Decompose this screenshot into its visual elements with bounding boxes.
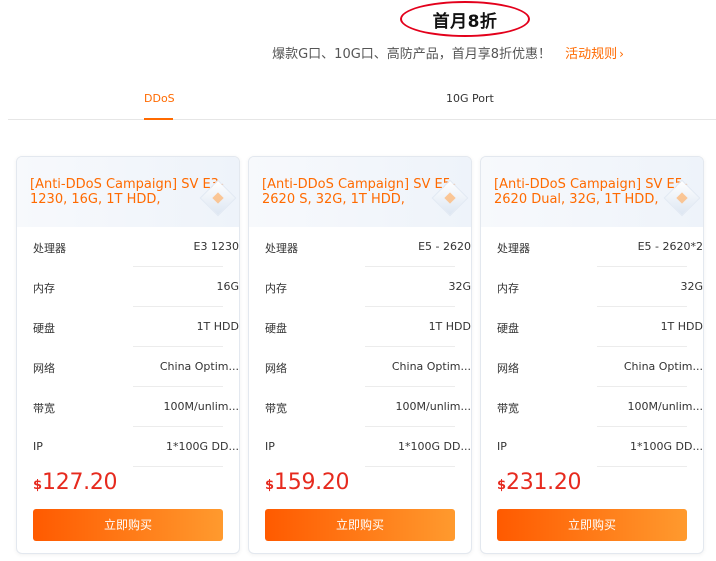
spec-row-network: 网络 China Optim... xyxy=(497,347,703,387)
spec-value: 16G xyxy=(216,280,239,293)
spec-row-ip: IP 1*100G DD... xyxy=(497,427,703,467)
spec-label: IP xyxy=(33,440,43,453)
spec-list: 处理器 E5 - 2620*2 内存 32G 硬盘 1T HDD 网络 Chin… xyxy=(481,227,703,467)
price: $159.20 xyxy=(265,470,350,495)
spec-value: 100M/unlim... xyxy=(395,400,471,413)
spec-row-ip: IP 1*100G DD... xyxy=(265,427,471,467)
promo-headline-wrapper: 首月8折 xyxy=(400,1,530,37)
spec-label: 内存 xyxy=(265,282,287,295)
promo-headline: 首月8折 xyxy=(432,12,498,32)
card-header: [Anti-DDoS Campaign] SV E3-1230, 16G, 1T… xyxy=(17,157,239,227)
price: $231.20 xyxy=(497,470,582,495)
spec-row-cpu: 处理器 E5 - 2620*2 xyxy=(497,227,703,267)
product-card: [Anti-DDoS Campaign] SV E5-2620 Dual, 32… xyxy=(480,156,704,554)
spec-list: 处理器 E5 - 2620 内存 32G 硬盘 1T HDD 网络 China … xyxy=(249,227,471,467)
spec-row-ram: 内存 16G xyxy=(33,267,239,307)
spec-row-disk: 硬盘 1T HDD xyxy=(497,307,703,347)
spec-row-disk: 硬盘 1T HDD xyxy=(33,307,239,347)
spec-value: 100M/unlim... xyxy=(627,400,703,413)
spec-value: E3 1230 xyxy=(193,240,239,253)
spec-value: 32G xyxy=(448,280,471,293)
price-amount: 231.20 xyxy=(506,470,582,495)
spec-value: 1*100G DD... xyxy=(630,440,703,453)
spec-row-bandwidth: 带宽 100M/unlim... xyxy=(497,387,703,427)
spec-label: 硬盘 xyxy=(497,322,519,335)
spec-label: 网络 xyxy=(265,362,287,375)
spec-label: 硬盘 xyxy=(33,322,55,335)
currency-symbol: $ xyxy=(33,478,43,493)
divider xyxy=(597,466,687,467)
spec-value: China Optim... xyxy=(159,360,239,373)
spec-row-cpu: 处理器 E5 - 2620 xyxy=(265,227,471,267)
spec-label: 带宽 xyxy=(33,402,55,415)
spec-label: 带宽 xyxy=(265,402,287,415)
tab-ddos[interactable]: DDoS xyxy=(144,92,175,105)
spec-row-bandwidth: 带宽 100M/unlim... xyxy=(265,387,471,427)
spec-value: China Optim... xyxy=(623,360,703,373)
spec-row-ram: 内存 32G xyxy=(497,267,703,307)
spec-row-ip: IP 1*100G DD... xyxy=(33,427,239,467)
spec-label: 内存 xyxy=(33,282,55,295)
spec-row-ram: 内存 32G xyxy=(265,267,471,307)
spec-value: E5 - 2620 xyxy=(418,240,471,253)
spec-value: E5 - 2620*2 xyxy=(637,240,703,253)
spec-label: 处理器 xyxy=(497,242,530,255)
promo-description: 爆款G口、10G口、高防产品，首月享8折优惠！ xyxy=(272,47,552,62)
card-header: [Anti-DDoS Campaign] SV E5-2620 Dual, 32… xyxy=(481,157,703,227)
buy-now-button[interactable]: 立即购买 xyxy=(33,509,223,541)
product-card: [Anti-DDoS Campaign] SV E3-1230, 16G, 1T… xyxy=(16,156,240,554)
spec-label: 网络 xyxy=(33,362,55,375)
chevron-right-icon: › xyxy=(619,47,624,61)
product-card: [Anti-DDoS Campaign] SV E5-2620 S, 32G, … xyxy=(248,156,472,554)
spec-label: 处理器 xyxy=(33,242,66,255)
promo-subline: 爆款G口、10G口、高防产品，首月享8折优惠！ 活动规则 › xyxy=(0,43,716,62)
currency-symbol: $ xyxy=(265,478,275,493)
spec-label: IP xyxy=(265,440,275,453)
product-title[interactable]: [Anti-DDoS Campaign] SV E3-1230, 16G, 1T… xyxy=(30,177,226,207)
currency-symbol: $ xyxy=(497,478,507,493)
spec-value: 1T HDD xyxy=(660,320,703,333)
rules-link-label: 活动规则 xyxy=(565,47,618,62)
spec-value: 1*100G DD... xyxy=(398,440,471,453)
tab-10g-port[interactable]: 10G Port xyxy=(446,92,494,105)
buy-now-button[interactable]: 立即购买 xyxy=(497,509,687,541)
spec-value: 1T HDD xyxy=(428,320,471,333)
divider xyxy=(365,466,455,467)
rules-link[interactable]: 活动规则 › xyxy=(565,47,624,62)
product-title[interactable]: [Anti-DDoS Campaign] SV E5-2620 S, 32G, … xyxy=(262,177,458,207)
spec-row-cpu: 处理器 E3 1230 xyxy=(33,227,239,267)
spec-value: 100M/unlim... xyxy=(163,400,239,413)
spec-row-network: 网络 China Optim... xyxy=(33,347,239,387)
spec-label: 处理器 xyxy=(265,242,298,255)
spec-list: 处理器 E3 1230 内存 16G 硬盘 1T HDD 网络 China Op… xyxy=(17,227,239,467)
spec-row-bandwidth: 带宽 100M/unlim... xyxy=(33,387,239,427)
active-tab-indicator xyxy=(144,118,173,120)
price-amount: 159.20 xyxy=(274,470,350,495)
spec-label: IP xyxy=(497,440,507,453)
spec-value: China Optim... xyxy=(391,360,471,373)
card-header: [Anti-DDoS Campaign] SV E5-2620 S, 32G, … xyxy=(249,157,471,227)
spec-label: 带宽 xyxy=(497,402,519,415)
product-tabs: DDoS 10G Port xyxy=(8,84,716,120)
spec-value: 1*100G DD... xyxy=(166,440,239,453)
price-amount: 127.20 xyxy=(42,470,118,495)
product-title[interactable]: [Anti-DDoS Campaign] SV E5-2620 Dual, 32… xyxy=(494,177,690,207)
spec-label: 网络 xyxy=(497,362,519,375)
spec-label: 硬盘 xyxy=(265,322,287,335)
spec-row-network: 网络 China Optim... xyxy=(265,347,471,387)
spec-value: 32G xyxy=(680,280,703,293)
spec-value: 1T HDD xyxy=(196,320,239,333)
price: $127.20 xyxy=(33,470,118,495)
buy-now-button[interactable]: 立即购买 xyxy=(265,509,455,541)
divider xyxy=(133,466,223,467)
spec-label: 内存 xyxy=(497,282,519,295)
spec-row-disk: 硬盘 1T HDD xyxy=(265,307,471,347)
